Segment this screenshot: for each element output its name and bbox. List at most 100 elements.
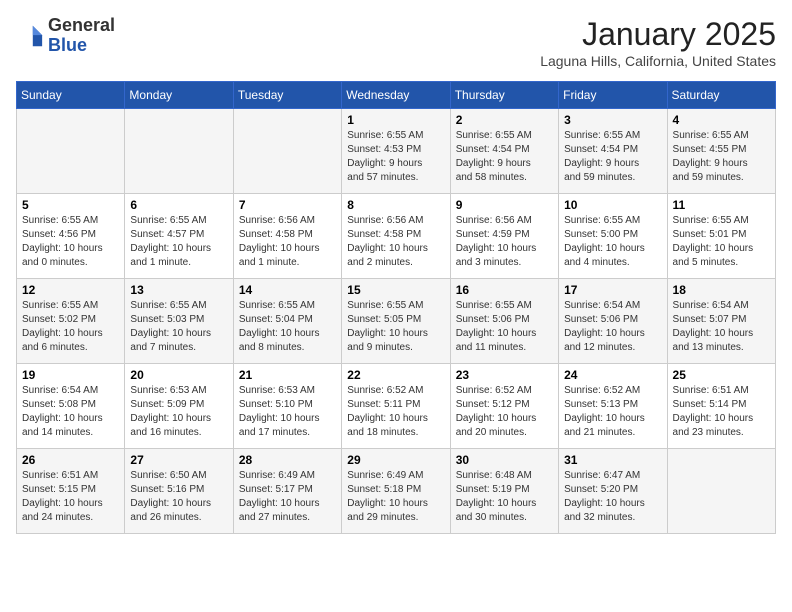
day-info: Sunrise: 6:55 AM Sunset: 4:57 PM Dayligh… [130,214,227,270]
calendar-cell: 20 Sunrise: 6:53 AM Sunset: 5:09 PM Dayli… [125,364,233,449]
calendar-cell: 5Sunrise: 6:55 AM Sunset: 4:56 PM Daylig… [17,194,125,279]
day-info: Sunrise: 6:47 AM Sunset: 5:20 PM Dayligh… [564,469,661,525]
calendar-cell [125,109,233,194]
day-info: Sunrise: 6:56 AM Sunset: 4:58 PM Dayligh… [239,214,336,270]
calendar-subtitle: Laguna Hills, California, United States [540,53,776,69]
day-number: 13 [130,283,227,297]
calendar-cell: 26 Sunrise: 6:51 AM Sunset: 5:15 PM Dayli… [17,449,125,534]
day-number: 12 [22,283,119,297]
weekday-header-friday: Friday [559,82,667,109]
calendar-cell: 22 Sunrise: 6:52 AM Sunset: 5:11 PM Dayli… [342,364,450,449]
calendar-cell: 10 Sunrise: 6:55 AM Sunset: 5:00 PM Dayli… [559,194,667,279]
title-block: January 2025 Laguna Hills, California, U… [540,16,776,69]
day-info: Sunrise: 6:51 AM Sunset: 5:15 PM Dayligh… [22,469,119,525]
calendar-cell: 12 Sunrise: 6:55 AM Sunset: 5:02 PM Dayli… [17,279,125,364]
calendar-cell [233,109,341,194]
day-number: 1 [347,113,444,127]
day-number: 8 [347,198,444,212]
logo-blue-text: Blue [48,36,115,56]
day-info: Sunrise: 6:55 AM Sunset: 4:54 PM Dayligh… [564,129,661,185]
day-info: Sunrise: 6:56 AM Sunset: 4:58 PM Dayligh… [347,214,444,270]
day-info: Sunrise: 6:52 AM Sunset: 5:12 PM Dayligh… [456,384,553,440]
day-info: Sunrise: 6:55 AM Sunset: 4:53 PM Dayligh… [347,129,444,185]
day-number: 15 [347,283,444,297]
calendar-week-row: 12 Sunrise: 6:55 AM Sunset: 5:02 PM Dayli… [17,279,776,364]
day-number: 26 [22,453,119,467]
day-number: 3 [564,113,661,127]
day-info: Sunrise: 6:55 AM Sunset: 4:54 PM Dayligh… [456,129,553,185]
day-info: Sunrise: 6:53 AM Sunset: 5:10 PM Dayligh… [239,384,336,440]
day-number: 16 [456,283,553,297]
calendar-cell: 2 Sunrise: 6:55 AM Sunset: 4:54 PM Daylig… [450,109,558,194]
logo-general-text: General [48,16,115,36]
day-number: 20 [130,368,227,382]
day-info: Sunrise: 6:55 AM Sunset: 5:03 PM Dayligh… [130,299,227,355]
day-number: 17 [564,283,661,297]
calendar-cell: 30 Sunrise: 6:48 AM Sunset: 5:19 PM Dayli… [450,449,558,534]
day-info: Sunrise: 6:53 AM Sunset: 5:09 PM Dayligh… [130,384,227,440]
calendar-cell: 18Sunrise: 6:54 AM Sunset: 5:07 PM Dayli… [667,279,775,364]
weekday-header-saturday: Saturday [667,82,775,109]
calendar-cell: 6 Sunrise: 6:55 AM Sunset: 4:57 PM Daylig… [125,194,233,279]
day-number: 10 [564,198,661,212]
day-number: 7 [239,198,336,212]
day-number: 19 [22,368,119,382]
day-info: Sunrise: 6:50 AM Sunset: 5:16 PM Dayligh… [130,469,227,525]
day-number: 28 [239,453,336,467]
day-number: 4 [673,113,770,127]
day-info: Sunrise: 6:52 AM Sunset: 5:13 PM Dayligh… [564,384,661,440]
calendar-week-row: 1 Sunrise: 6:55 AM Sunset: 4:53 PM Daylig… [17,109,776,194]
header: General Blue January 2025 Laguna Hills, … [16,16,776,69]
calendar-cell: 7 Sunrise: 6:56 AM Sunset: 4:58 PM Daylig… [233,194,341,279]
day-number: 23 [456,368,553,382]
day-number: 6 [130,198,227,212]
day-info: Sunrise: 6:49 AM Sunset: 5:18 PM Dayligh… [347,469,444,525]
day-number: 31 [564,453,661,467]
weekday-header-thursday: Thursday [450,82,558,109]
calendar-cell [17,109,125,194]
day-info: Sunrise: 6:55 AM Sunset: 5:06 PM Dayligh… [456,299,553,355]
calendar-cell: 29Sunrise: 6:49 AM Sunset: 5:18 PM Dayli… [342,449,450,534]
calendar-cell: 3 Sunrise: 6:55 AM Sunset: 4:54 PM Daylig… [559,109,667,194]
logo-icon [16,22,44,50]
day-info: Sunrise: 6:56 AM Sunset: 4:59 PM Dayligh… [456,214,553,270]
day-info: Sunrise: 6:52 AM Sunset: 5:11 PM Dayligh… [347,384,444,440]
day-number: 22 [347,368,444,382]
day-info: Sunrise: 6:54 AM Sunset: 5:07 PM Dayligh… [673,299,770,355]
calendar-cell: 23 Sunrise: 6:52 AM Sunset: 5:12 PM Dayli… [450,364,558,449]
day-number: 21 [239,368,336,382]
day-info: Sunrise: 6:55 AM Sunset: 5:02 PM Dayligh… [22,299,119,355]
day-info: Sunrise: 6:48 AM Sunset: 5:19 PM Dayligh… [456,469,553,525]
calendar-cell: 16 Sunrise: 6:55 AM Sunset: 5:06 PM Dayli… [450,279,558,364]
day-info: Sunrise: 6:49 AM Sunset: 5:17 PM Dayligh… [239,469,336,525]
day-number: 11 [673,198,770,212]
day-info: Sunrise: 6:55 AM Sunset: 5:00 PM Dayligh… [564,214,661,270]
day-info: Sunrise: 6:51 AM Sunset: 5:14 PM Dayligh… [673,384,770,440]
calendar-week-row: 19Sunrise: 6:54 AM Sunset: 5:08 PM Dayli… [17,364,776,449]
calendar-title: January 2025 [540,16,776,53]
day-number: 27 [130,453,227,467]
day-info: Sunrise: 6:55 AM Sunset: 5:05 PM Dayligh… [347,299,444,355]
day-info: Sunrise: 6:55 AM Sunset: 5:01 PM Dayligh… [673,214,770,270]
weekday-header-sunday: Sunday [17,82,125,109]
day-info: Sunrise: 6:54 AM Sunset: 5:06 PM Dayligh… [564,299,661,355]
calendar-cell: 9 Sunrise: 6:56 AM Sunset: 4:59 PM Daylig… [450,194,558,279]
calendar-table: SundayMondayTuesdayWednesdayThursdayFrid… [16,81,776,534]
calendar-cell [667,449,775,534]
calendar-cell: 17 Sunrise: 6:54 AM Sunset: 5:06 PM Dayli… [559,279,667,364]
calendar-cell: 8 Sunrise: 6:56 AM Sunset: 4:58 PM Daylig… [342,194,450,279]
calendar-cell: 4Sunrise: 6:55 AM Sunset: 4:55 PM Daylig… [667,109,775,194]
calendar-cell: 21 Sunrise: 6:53 AM Sunset: 5:10 PM Dayli… [233,364,341,449]
calendar-cell: 28 Sunrise: 6:49 AM Sunset: 5:17 PM Dayli… [233,449,341,534]
day-info: Sunrise: 6:55 AM Sunset: 5:04 PM Dayligh… [239,299,336,355]
calendar-cell: 31 Sunrise: 6:47 AM Sunset: 5:20 PM Dayli… [559,449,667,534]
calendar-cell: 14Sunrise: 6:55 AM Sunset: 5:04 PM Dayli… [233,279,341,364]
calendar-cell: 25Sunrise: 6:51 AM Sunset: 5:14 PM Dayli… [667,364,775,449]
day-number: 30 [456,453,553,467]
day-number: 9 [456,198,553,212]
day-number: 2 [456,113,553,127]
weekday-header-tuesday: Tuesday [233,82,341,109]
day-number: 5 [22,198,119,212]
calendar-cell: 13 Sunrise: 6:55 AM Sunset: 5:03 PM Dayli… [125,279,233,364]
calendar-week-row: 5Sunrise: 6:55 AM Sunset: 4:56 PM Daylig… [17,194,776,279]
